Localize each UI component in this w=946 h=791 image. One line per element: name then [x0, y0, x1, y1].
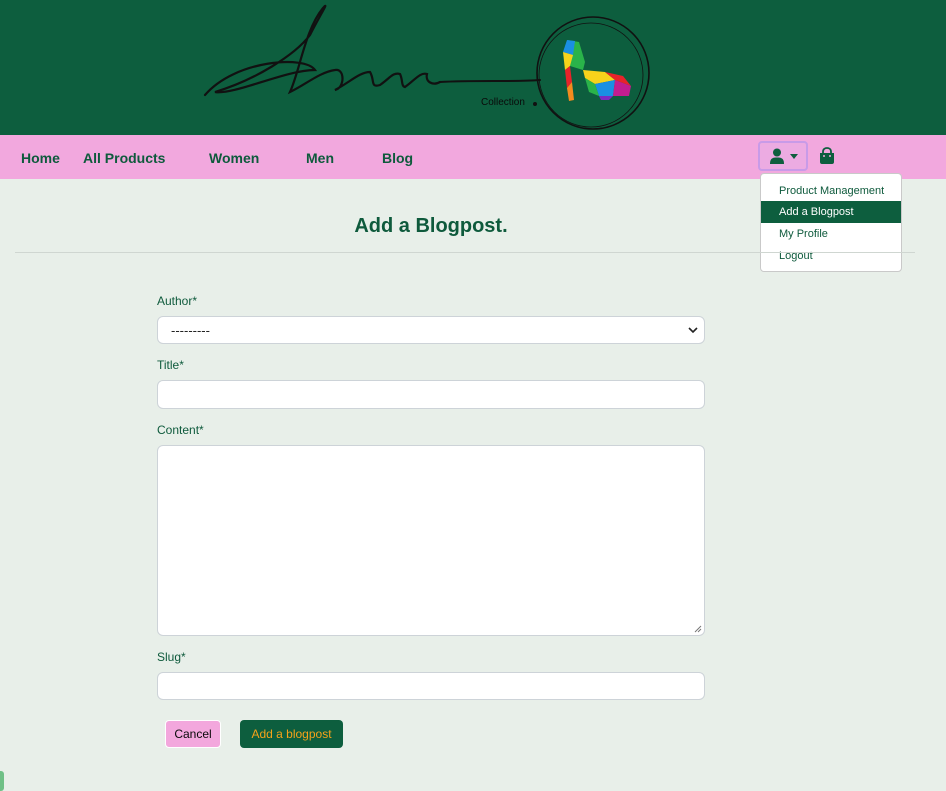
resize-grip-icon[interactable]: [694, 625, 702, 633]
site-header: Collection: [0, 0, 946, 135]
nav-home[interactable]: Home: [21, 150, 60, 166]
slug-input[interactable]: [157, 672, 705, 700]
nav-all-products[interactable]: All Products: [83, 150, 165, 166]
content-textarea[interactable]: [157, 445, 705, 636]
author-select[interactable]: ---------: [157, 316, 705, 344]
nav-women[interactable]: Women: [209, 150, 259, 166]
user-icon: [770, 148, 784, 164]
add-blogpost-button[interactable]: Add a blogpost: [240, 720, 343, 748]
author-select-value: ---------: [171, 323, 210, 338]
page-title: Add a Blogpost.: [354, 215, 508, 237]
title-divider: [15, 252, 915, 253]
nav-blog[interactable]: Blog: [382, 150, 413, 166]
menu-item-logout[interactable]: Logout: [761, 245, 901, 267]
caret-down-icon: [790, 154, 798, 159]
content-label: Content*: [157, 423, 204, 437]
author-label: Author*: [157, 294, 198, 308]
title-label: Title*: [157, 358, 184, 372]
shopping-bag-icon[interactable]: [818, 147, 836, 165]
saran-logo[interactable]: [195, 0, 655, 135]
account-dropdown-button[interactable]: [758, 141, 808, 171]
nav-men[interactable]: Men: [306, 150, 334, 166]
title-input[interactable]: [157, 380, 705, 409]
logo-collection-text: Collection: [481, 97, 525, 108]
slug-label: Slug*: [157, 650, 186, 664]
menu-item-product-management[interactable]: Product Management: [761, 180, 901, 202]
chevron-down-icon: [688, 327, 698, 334]
cancel-button[interactable]: Cancel: [165, 720, 221, 748]
side-tab-handle[interactable]: [0, 771, 4, 791]
